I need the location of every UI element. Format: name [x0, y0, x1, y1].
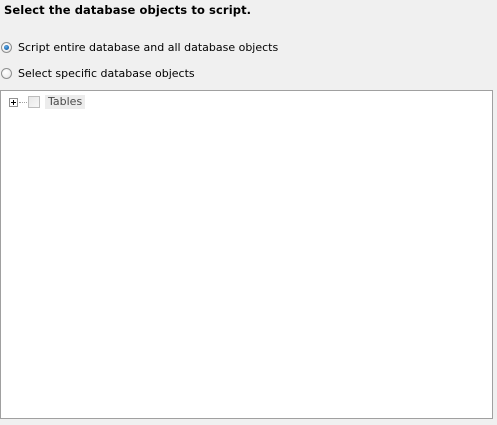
- tables-checkbox[interactable]: [28, 96, 40, 108]
- script-entire-database-radio[interactable]: [1, 41, 12, 53]
- tree-connector-line: [19, 101, 27, 103]
- script-entire-database-option[interactable]: Script entire database and all database …: [1, 39, 278, 55]
- database-objects-tree[interactable]: Tables: [0, 90, 493, 419]
- select-specific-objects-option[interactable]: Select specific database objects: [1, 65, 195, 81]
- select-specific-objects-radio[interactable]: [1, 67, 12, 79]
- tree-node-label: Tables: [45, 95, 86, 109]
- expand-plus-icon[interactable]: [9, 97, 18, 107]
- script-entire-database-label: Script entire database and all database …: [18, 40, 279, 54]
- select-specific-objects-label: Select specific database objects: [18, 66, 195, 80]
- page-heading: Select the database objects to script.: [4, 3, 252, 17]
- tree-node-tables[interactable]: Tables: [9, 94, 86, 110]
